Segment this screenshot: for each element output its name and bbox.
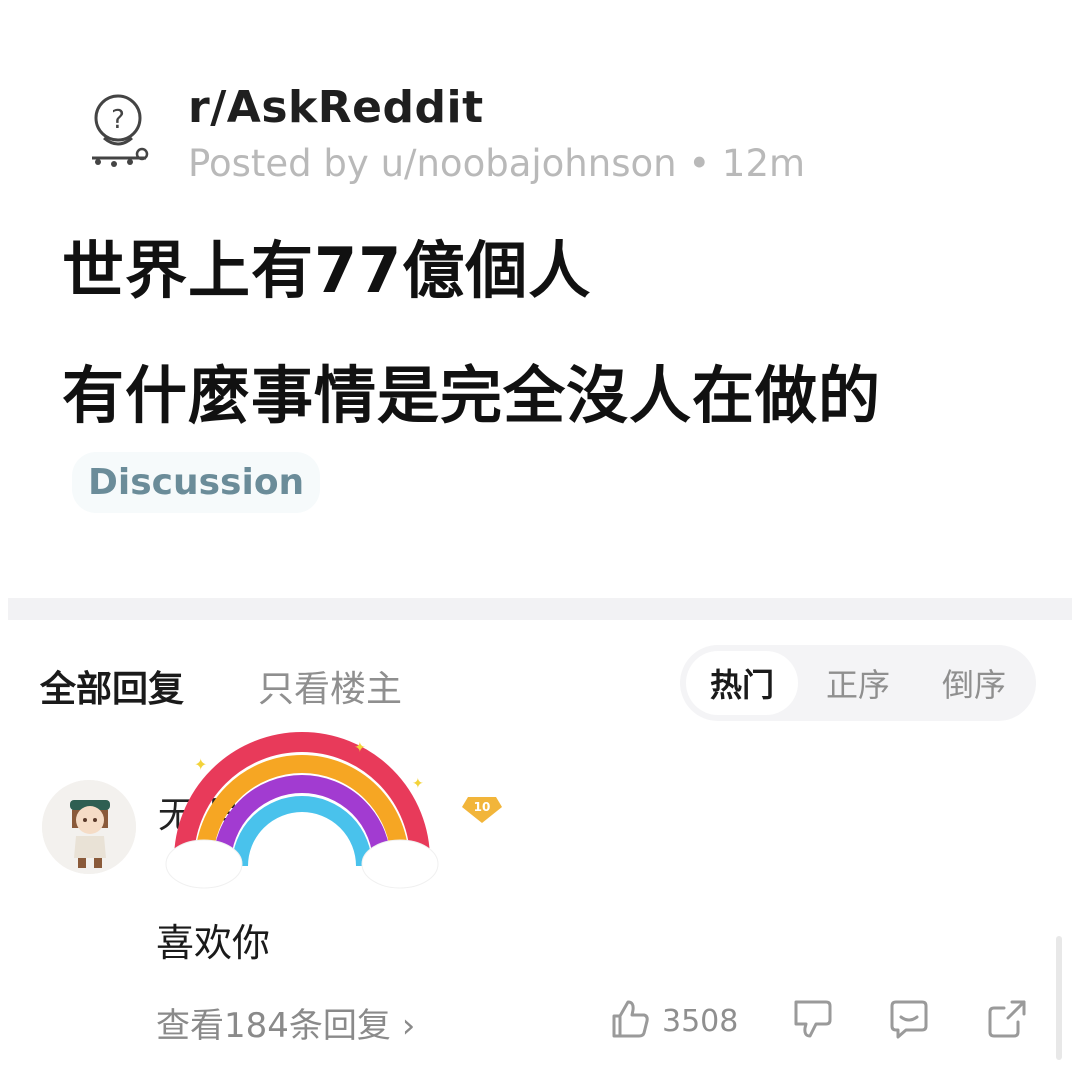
- thumbs-up-icon[interactable]: [606, 996, 652, 1042]
- sort-descending-button[interactable]: 倒序: [918, 651, 1030, 715]
- level-badge-icon: 10: [462, 797, 502, 823]
- subreddit-icon: ?: [92, 94, 149, 167]
- post-title-line-2: 有什麼事情是完全沒人在做的: [62, 359, 882, 432]
- svg-text:✦: ✦: [354, 740, 366, 756]
- tab-op-only[interactable]: 只看楼主: [258, 660, 402, 712]
- sort-hot-button[interactable]: 热门: [686, 651, 798, 715]
- post-title-line-1: 世界上有77億個人: [62, 234, 592, 307]
- post-author-line: Posted by u/noobajohnson • 12m: [188, 142, 806, 185]
- share-icon[interactable]: [984, 996, 1030, 1042]
- post-flair: Discussion: [72, 452, 321, 513]
- view-replies-link[interactable]: 查看184条回复 ›: [156, 998, 415, 1047]
- comment-icon[interactable]: [886, 996, 932, 1042]
- svg-text:?: ?: [111, 105, 125, 135]
- sort-segmented-control: 热门 正序 倒序: [680, 645, 1036, 721]
- svg-text:10: 10: [474, 800, 491, 814]
- svg-text:✦: ✦: [194, 755, 207, 774]
- svg-text:✦: ✦: [412, 776, 424, 792]
- section-divider: [8, 598, 1072, 620]
- sort-ascending-button[interactable]: 正序: [802, 651, 914, 715]
- like-count: 3508: [662, 1004, 739, 1039]
- comment-body: 喜欢你: [156, 921, 271, 965]
- avatar[interactable]: [42, 780, 136, 874]
- rainbow-sticker: ✦ ✦ ✦: [165, 732, 439, 889]
- thumbs-down-icon[interactable]: [788, 996, 834, 1042]
- subreddit-name[interactable]: r/AskReddit: [188, 82, 484, 133]
- tab-all-replies[interactable]: 全部回复: [40, 660, 184, 712]
- avatar-character-icon: [42, 780, 136, 874]
- scrollbar[interactable]: [1056, 936, 1062, 1060]
